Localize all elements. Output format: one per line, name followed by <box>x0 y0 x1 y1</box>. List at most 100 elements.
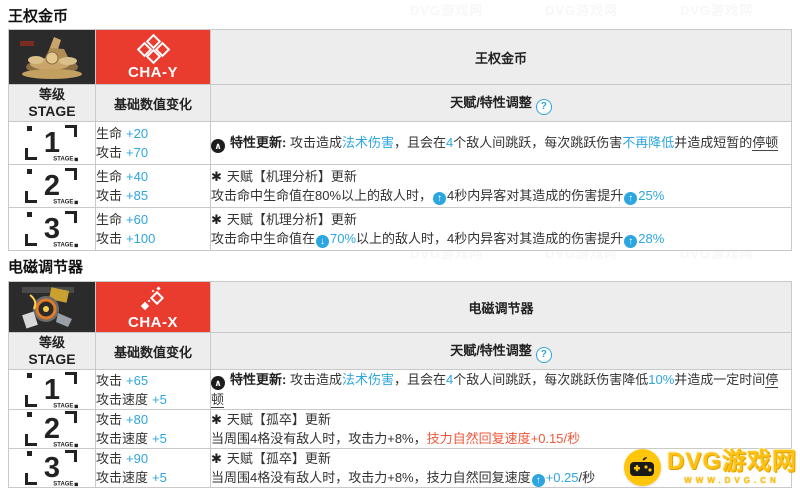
text-segment: 以上的敌人时，4秒内异客对其造成的伤害提升 <box>356 231 624 246</box>
module-code-cell: CHA-Y <box>95 29 211 85</box>
text-segment: 当周围4格没有敌人时，攻击力+8%， <box>211 431 427 446</box>
talent-cell: ✱ 天赋【机理分析】更新 攻击命中生命值在 ↓ 70%以上的敌人时，4秒内异客对其造成… <box>210 207 792 251</box>
text-segment: 个敌人间跳跃，每次跳跃伤害降低 <box>453 372 649 387</box>
header-talent: 天赋/特性调整? <box>210 332 792 370</box>
talent-cell: ✱ 天赋【孤卒】更新 当周围4格没有敌人时，攻击力+8%，技力自然回复速度+0.1… <box>210 409 792 449</box>
header-stage-en: STAGE <box>28 103 76 119</box>
text-segment: 攻击造成 <box>286 372 342 387</box>
watermark-brand: DVG游戏网 <box>666 448 797 475</box>
text-segment: 天赋【孤卒】更新 <box>226 412 331 427</box>
module-table-royal-coin: CHA-Y 王权金币 等级 STAGE 基础数值变化 天赋/特性调整? 1 ST… <box>8 29 792 251</box>
watermark-url: WWW.DVG.CN <box>684 476 780 485</box>
module-badge-icon <box>136 33 171 64</box>
text-segment: 法术伤害 <box>341 135 394 150</box>
trait-description: ∧ 特性更新: 攻击造成法术伤害，且会在4个敌人间跳跃，每次跳跃伤害降低10%并造… <box>211 370 791 409</box>
header-stage: 等级 STAGE <box>8 84 96 122</box>
header-talent: 天赋/特性调整? <box>210 84 792 122</box>
header-stats: 基础数值变化 <box>95 332 211 370</box>
text-segment: 10% <box>648 372 675 387</box>
module-code: CHA-Y <box>128 63 178 81</box>
help-icon[interactable]: ? <box>535 98 552 115</box>
header-stage-cn: 等级 <box>38 335 65 350</box>
stats-cell: 攻击 +80 攻击速度 +5 <box>95 409 211 449</box>
text-segment: 攻击造成 <box>286 135 342 150</box>
stage-cell: 2 STAGE <box>8 164 96 208</box>
text-segment: 特性更新: <box>230 372 287 387</box>
talent-description: 当周围4格没有敌人时，攻击力+8%，技力自然回复速度+0.15/秒 <box>211 429 791 448</box>
talent-description: 攻击命中生命值在80%以上的敌人时， ↑ 4秒内异客对其造成的伤害提升 ↑ 25% <box>211 186 791 205</box>
stats-cell: 攻击 +65 攻击速度 +5 <box>95 369 211 410</box>
module-code: CHA-X <box>128 313 178 331</box>
stage-icon: 2 STAGE <box>23 410 81 448</box>
text-segment: 法术伤害 <box>341 372 394 387</box>
header-talent-label: 天赋/特性调整 <box>450 94 532 110</box>
module-name-cell: 王权金币 <box>210 29 792 85</box>
stage-cell: 2 STAGE <box>8 409 96 449</box>
text-segment: 25% <box>638 188 665 203</box>
up-icon: ↑ <box>433 192 447 205</box>
module-artwork-cell <box>8 29 96 85</box>
stage-icon: 1 STAGE <box>23 371 81 409</box>
faint-watermark: DVG游戏网 <box>545 3 619 18</box>
text-segment: 个敌人间跳跃，每次跳跃伤害 <box>453 135 623 150</box>
text-segment: 70% <box>330 231 357 246</box>
gamepad-icon <box>623 449 661 486</box>
faint-watermark: DVG游戏网 <box>410 3 484 18</box>
header-stage-en: STAGE <box>28 351 76 367</box>
help-icon[interactable]: ? <box>535 346 552 363</box>
header-stats: 基础数值变化 <box>95 84 211 122</box>
up-icon: ↑ <box>531 474 545 487</box>
talent-description: 攻击命中生命值在 ↓ 70%以上的敌人时，4秒内异客对其造成的伤害提升 ↑ 28% <box>211 229 791 248</box>
star-icon: ✱ <box>211 451 222 466</box>
trait-cell: ∧ 特性更新: 攻击造成法术伤害，且会在4个敌人间跳跃，每次跳跃伤害降低10%并造… <box>210 369 792 410</box>
text-segment: 天赋【孤卒】更新 <box>226 451 331 466</box>
site-watermark: DVG游戏网 WWW.DVG.CN <box>623 448 797 486</box>
text-segment: 并造成短暂的 <box>674 135 753 150</box>
talent-title: ✱ 天赋【机理分析】更新 <box>211 167 791 186</box>
talent-title: ✱ 天赋【机理分析】更新 <box>211 210 791 229</box>
stage-cell: 1 STAGE <box>8 121 96 165</box>
text-segment: 4秒内异客对其造成的伤害提升 <box>447 188 624 203</box>
up-icon: ↑ <box>624 235 638 248</box>
em-device-artwork-icon <box>9 282 95 332</box>
text-segment: 不再降低 <box>622 135 675 150</box>
talent-cell: ✱ 天赋【机理分析】更新 攻击命中生命值在80%以上的敌人时， ↑ 4秒内异客对其造成… <box>210 164 792 208</box>
stage-icon: 1 STAGE <box>23 124 81 162</box>
stage-icon: 3 STAGE <box>23 210 81 248</box>
black-up-icon: ∧ <box>211 376 225 390</box>
text-segment: 天赋【机理分析】更新 <box>226 169 357 184</box>
faint-watermark: DVG游戏网 <box>680 3 754 18</box>
stage-icon: 2 STAGE <box>23 167 81 205</box>
trait-cell: ∧ 特性更新: 攻击造成法术伤害，且会在4个敌人间跳跃，每次跳跃伤害不再降低并造成… <box>210 121 792 165</box>
down-icon: ↓ <box>316 235 330 248</box>
text-segment: 攻击命中生命值在 <box>211 231 316 246</box>
gold-coin-artwork-icon <box>9 30 95 84</box>
module-artwork-cell <box>8 281 96 333</box>
stage-icon: 3 STAGE <box>23 449 81 487</box>
text-segment: 28% <box>638 231 665 246</box>
stats-cell: 生命 +40 攻击 +85 <box>95 164 211 208</box>
black-up-icon: ∧ <box>211 139 225 153</box>
text-segment: 当周围4格没有敌人时，攻击力+8%，技力自然回复速度 <box>211 470 531 485</box>
stats-cell: 攻击 +90 攻击速度 +5 <box>95 448 211 488</box>
tooltip-term[interactable]: 停顿 <box>752 135 779 151</box>
star-icon: ✱ <box>211 212 222 227</box>
header-talent-label: 天赋/特性调整 <box>450 342 532 358</box>
stage-cell: 3 STAGE <box>8 207 96 251</box>
header-stage-cn: 等级 <box>38 87 65 102</box>
star-icon: ✱ <box>211 412 222 427</box>
module-code-cell: CHA-X <box>95 281 211 333</box>
section-title-em-regulator: 电磁调节器 <box>8 259 84 276</box>
text-segment: 攻击命中生命值在80%以上的敌人时， <box>211 188 433 203</box>
up-icon: ↑ <box>624 192 638 205</box>
module-name-cell: 电磁调节器 <box>210 281 792 333</box>
module-badge-icon <box>138 285 168 311</box>
talent-title: ✱ 天赋【孤卒】更新 <box>211 410 791 429</box>
stats-cell: 生命 +60 攻击 +100 <box>95 207 211 251</box>
section-title-royal-coin: 王权金币 <box>8 8 69 25</box>
stats-cell: 生命 +20 攻击 +70 <box>95 121 211 165</box>
stage-cell: 3 STAGE <box>8 448 96 488</box>
text-segment: ，且会在 <box>393 372 446 387</box>
header-stage: 等级 STAGE <box>8 332 96 370</box>
text-segment: 技力自然回复速度+0.15/秒 <box>426 431 581 446</box>
